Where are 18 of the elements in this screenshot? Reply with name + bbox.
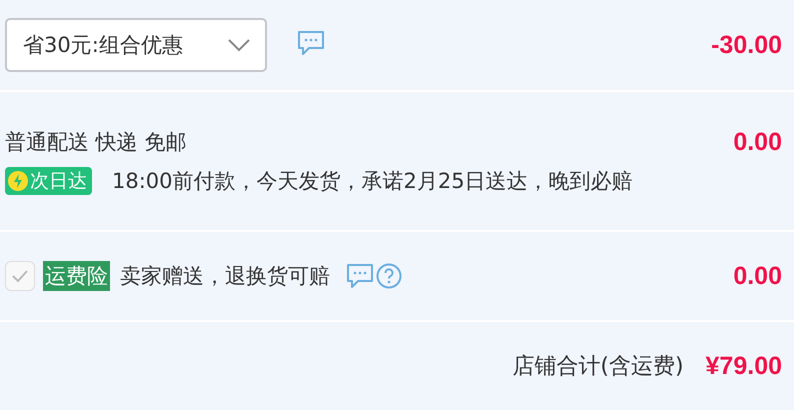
shipping-insurance-tag: 运费险	[43, 261, 110, 291]
lightning-icon	[8, 170, 28, 190]
next-day-badge: 次日达	[5, 166, 92, 194]
delivery-method: 普通配送 快递 免邮	[5, 130, 186, 154]
shop-total-amount: ¥79.00	[706, 352, 782, 380]
checkmark-icon	[11, 269, 29, 283]
shop-total-label: 店铺合计(含运费)	[512, 353, 684, 381]
discount-amount: -30.00	[711, 30, 782, 60]
delivery-promise: 18:00前付款，今天发货，承诺2月25日送达，晚到必赔	[112, 168, 633, 194]
insurance-fee: 0.00	[733, 262, 782, 290]
insurance-checkbox[interactable]	[5, 261, 35, 291]
help-icon[interactable]	[376, 263, 402, 289]
delivery-fee: 0.00	[733, 128, 782, 156]
insurance-description: 卖家赠送，退换货可赔	[120, 263, 330, 290]
chevron-down-icon	[227, 38, 251, 52]
message-icon[interactable]	[297, 30, 325, 56]
message-icon[interactable]	[346, 263, 374, 289]
promotion-dropdown[interactable]: 省30元:组合优惠	[5, 18, 267, 72]
